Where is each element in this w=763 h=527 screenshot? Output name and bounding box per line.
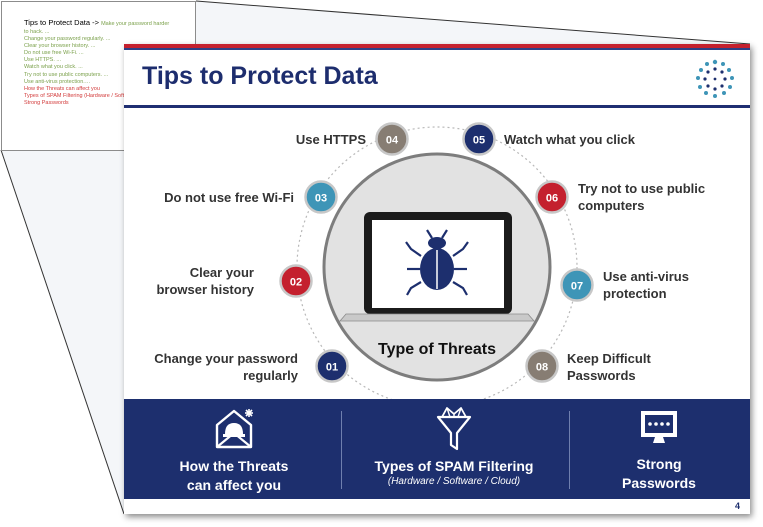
tip-label-05[interactable]: Watch what you click [504, 131, 704, 148]
tip-label-07-line2: protection [603, 286, 667, 301]
tip-label-06-line1: Try not to use public [578, 181, 706, 196]
banner-spam-column[interactable]: Types of SPAM Filtering (Hardware / Soft… [354, 405, 554, 487]
banner-spam-title: Types of SPAM Filtering [374, 458, 534, 474]
bottom-banner: How the Threats can affect you Types of … [124, 399, 750, 499]
envelope-alert-icon [215, 409, 253, 449]
tip-label-05-line1: Watch what you click [504, 132, 635, 147]
badge-01-number: 01 [326, 362, 338, 374]
tip-label-01-line2: regularly [243, 368, 298, 383]
outline-title: Tips to Protect Data -> Make your passwo… [24, 18, 195, 29]
badge-07[interactable]: 07 [560, 268, 594, 302]
banner-threats-column[interactable]: How the Threats can affect you [154, 405, 314, 495]
banner-threats-line2: can affect you [186, 477, 282, 493]
badge-03[interactable]: 03 [304, 180, 338, 214]
banner-passwords-column[interactable]: Strong Passwords [594, 405, 724, 493]
tip-label-06[interactable]: Try not to use public computers [578, 180, 748, 214]
tip-label-01[interactable]: Change your password regularly [134, 350, 298, 384]
badge-06-number: 06 [546, 193, 558, 205]
tip-label-07-line1: Use anti-virus [603, 269, 689, 284]
banner-passwords-line1: Strong [636, 456, 682, 472]
tip-label-08-line1: Keep Difficult [567, 351, 651, 366]
tip-label-02-line1: Clear your [189, 265, 254, 280]
center-circle-label: Type of Threats [378, 341, 496, 358]
tip-label-03[interactable]: Do not use free Wi-Fi [134, 189, 294, 206]
tip-label-04-line1: Use HTTPS [295, 132, 366, 147]
banner-passwords-line2: Passwords [622, 475, 696, 491]
tip-label-03-line1: Do not use free Wi-Fi [164, 190, 294, 205]
tip-label-01-line1: Change your password [154, 351, 298, 366]
badge-03-number: 03 [315, 193, 327, 205]
tip-label-04[interactable]: Use HTTPS [244, 131, 366, 148]
outline-item[interactable]: to hack. ... [24, 29, 195, 36]
banner-threats-line1: How the Threats [179, 458, 289, 474]
banner-spam-subtitle: (Hardware / Software / Cloud) [387, 476, 521, 487]
tip-label-08[interactable]: Keep Difficult Passwords [567, 350, 707, 384]
tip-label-02[interactable]: Clear your browser history [134, 264, 254, 298]
badge-08-number: 08 [536, 362, 548, 374]
tip-label-08-line2: Passwords [567, 368, 636, 383]
banner-separator [569, 411, 570, 489]
badge-04-number: 04 [386, 135, 399, 147]
tip-label-02-line2: browser history [156, 282, 254, 297]
outline-item[interactable]: Change your password regularly. ... [24, 36, 195, 43]
badge-02-number: 02 [290, 277, 302, 289]
banner-separator [341, 411, 342, 489]
slide[interactable]: Tips to Protect Data 01 02 03 04 05 06 0… [124, 44, 750, 514]
tip-label-06-line2: computers [578, 198, 645, 213]
badge-05[interactable]: 05 [462, 122, 496, 156]
badge-05-number: 05 [473, 135, 485, 147]
badge-04[interactable]: 04 [375, 122, 409, 156]
outline-title-text: Tips to Protect Data -> [24, 18, 99, 27]
badge-06[interactable]: 06 [535, 180, 569, 214]
outline-title-suffix: Make your password harder [101, 21, 170, 27]
badge-02[interactable]: 02 [279, 264, 313, 298]
stage: Tips to Protect Data -> Make your passwo… [0, 0, 763, 527]
badge-07-number: 07 [571, 281, 583, 293]
tip-label-07[interactable]: Use anti-virus protection [603, 268, 743, 302]
page-number: 4 [734, 501, 740, 511]
funnel-filter-icon [436, 407, 472, 451]
password-monitor-icon [641, 411, 677, 443]
